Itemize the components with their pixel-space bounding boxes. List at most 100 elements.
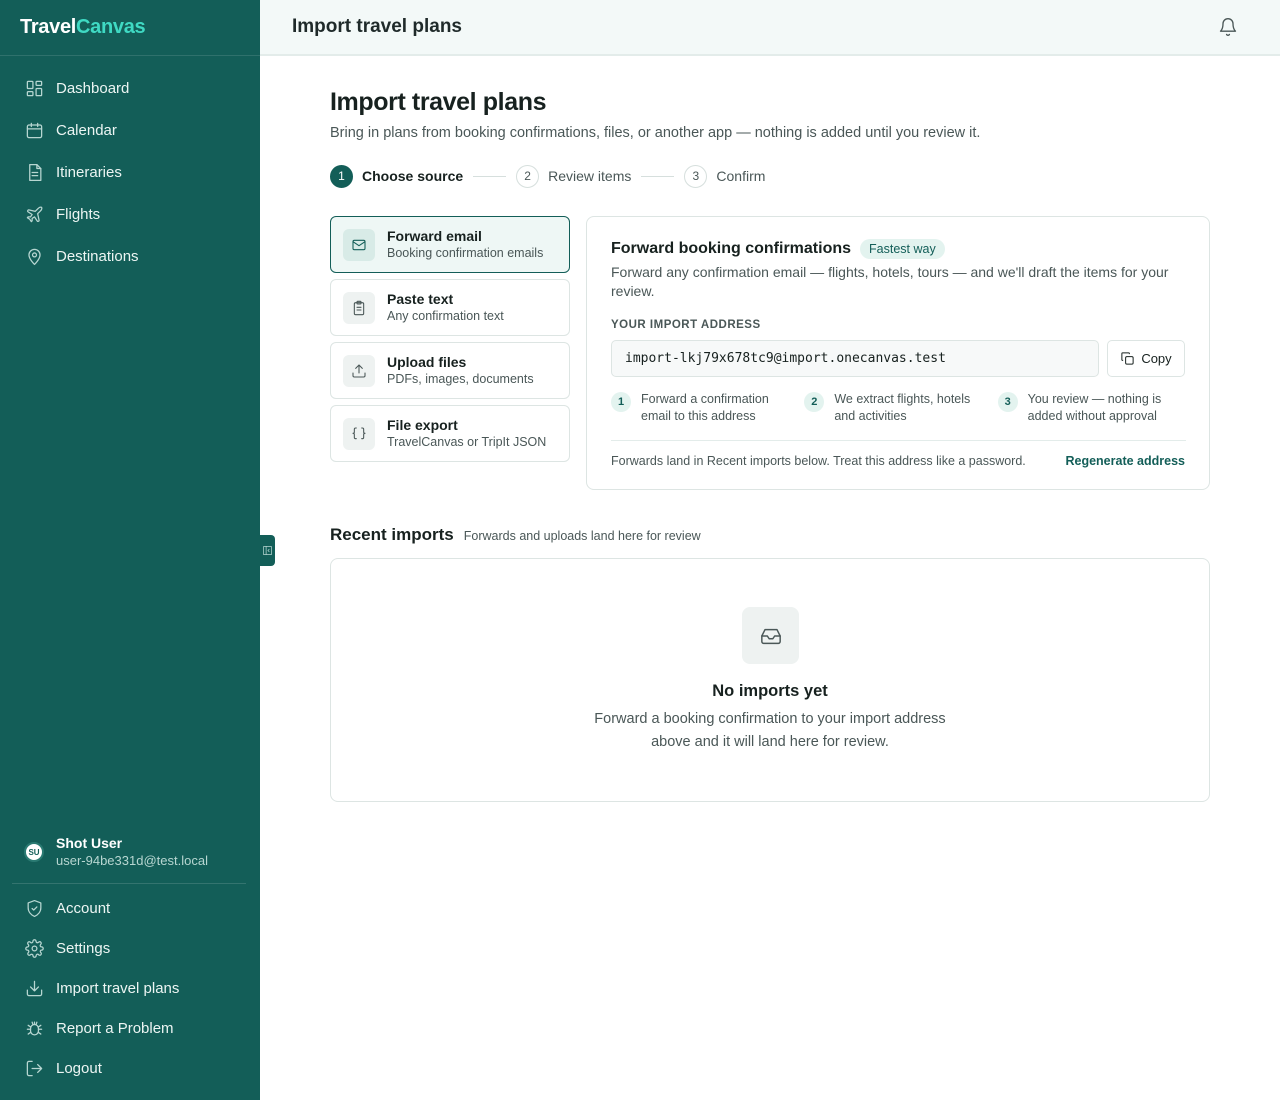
- sidebar-item-label: Report a Problem: [56, 1019, 174, 1037]
- step-label: Review items: [548, 168, 632, 184]
- recent-imports-header: Recent imports Forwards and uploads land…: [330, 525, 701, 545]
- source-text: Paste text Any confirmation text: [387, 290, 504, 325]
- howto-step: 1 Forward a confirmation email to this a…: [611, 391, 804, 425]
- panel-header: Forward booking confirmations Fastest wa…: [611, 239, 945, 259]
- bug-icon: [24, 1018, 44, 1038]
- mail-icon: [343, 228, 375, 261]
- copy-label: Copy: [1141, 351, 1172, 366]
- sidebar-item-report-problem[interactable]: Report a Problem: [0, 1008, 260, 1048]
- source-forward-email[interactable]: Forward email Booking confirmation email…: [330, 216, 570, 273]
- step-connector: [641, 175, 675, 177]
- step-number: 3: [684, 164, 708, 188]
- recent-imports-empty-state: No imports yet Forward a booking confirm…: [330, 558, 1210, 802]
- sidebar-item-dashboard[interactable]: Dashboard: [0, 67, 260, 109]
- step-number: 2: [516, 164, 540, 188]
- howto-number: 2: [804, 392, 825, 412]
- dashboard-icon: [24, 78, 44, 98]
- sidebar-item-itineraries[interactable]: Itineraries: [0, 151, 260, 193]
- recent-imports-title: Recent imports: [330, 525, 454, 544]
- plane-icon: [24, 204, 44, 224]
- source-text: Forward email Booking confirmation email…: [387, 227, 543, 262]
- bottom-nav: Account Settings Import travel plans Rep…: [0, 888, 260, 1088]
- logout-icon: [24, 1058, 44, 1078]
- user-name: Shot User: [56, 835, 123, 851]
- step-number: 1: [330, 164, 353, 188]
- howto-number: 3: [997, 392, 1018, 412]
- step-connector: [473, 175, 507, 177]
- howto-steps: 1 Forward a confirmation email to this a…: [611, 391, 1191, 425]
- source-title: File export: [387, 417, 458, 433]
- panel-divider: [611, 440, 1186, 441]
- sidebar-item-calendar[interactable]: Calendar: [0, 109, 260, 151]
- source-text: Upload files PDFs, images, documents: [387, 353, 534, 388]
- document-icon: [24, 162, 44, 182]
- regenerate-address-link[interactable]: Regenerate address: [1065, 454, 1185, 468]
- sidebar-item-label: Settings: [56, 939, 111, 957]
- braces-icon: [343, 417, 375, 450]
- import-address-field[interactable]: import-lkj79x678tc9@import.onecanvas.tes…: [611, 340, 1099, 377]
- sidebar-item-label: Flights: [56, 205, 101, 223]
- shield-icon: [24, 898, 44, 918]
- step-label: Choose source: [362, 168, 464, 184]
- user-email: user-94be331d@test.local: [56, 853, 208, 868]
- source-subtitle: TravelCanvas or TripIt JSON: [387, 435, 547, 449]
- source-title: Upload files: [387, 354, 467, 370]
- howto-text: We extract flights, hotels and activitie…: [834, 392, 971, 423]
- page-title: Import travel plans: [330, 88, 547, 116]
- source-subtitle: PDFs, images, documents: [387, 372, 534, 386]
- stepper: 1 Choose source 2 Review items 3 Confirm: [330, 164, 765, 188]
- sidebar-item-label: Logout: [56, 1059, 102, 1077]
- source-paste-text[interactable]: Paste text Any confirmation text: [330, 279, 570, 336]
- top-bar: Import travel plans: [260, 0, 1280, 56]
- brand-part-2: Canvas: [76, 16, 146, 38]
- panel-footer-note: Forwards land in Recent imports below. T…: [611, 454, 1026, 468]
- calendar-icon: [24, 120, 44, 140]
- sidebar-item-flights[interactable]: Flights: [0, 193, 260, 235]
- sidebar-item-label: Dashboard: [56, 79, 130, 97]
- sidebar-item-label: Calendar: [56, 121, 117, 139]
- copy-icon: [1121, 352, 1134, 365]
- topbar-title: Import travel plans: [292, 16, 462, 37]
- step-review-items: 2 Review items: [516, 164, 632, 188]
- bell-icon[interactable]: [1218, 17, 1240, 39]
- brand-part-1: Travel: [20, 16, 77, 38]
- source-upload-files[interactable]: Upload files PDFs, images, documents: [330, 342, 570, 399]
- avatar: SU: [24, 842, 44, 862]
- sidebar-item-label: Account: [56, 899, 111, 917]
- source-file-export[interactable]: File export TravelCanvas or TripIt JSON: [330, 405, 570, 462]
- howto-text: Forward a confirmation email to this add…: [641, 392, 769, 423]
- gear-icon: [24, 938, 44, 958]
- source-title: Forward email: [387, 228, 482, 244]
- user-info: Shot User user-94be331d@test.local: [56, 835, 208, 869]
- main-nav: Dashboard Calendar Itineraries Flights D…: [0, 56, 260, 277]
- sidebar-item-logout[interactable]: Logout: [0, 1048, 260, 1088]
- empty-text: Forward a booking confirmation to your i…: [594, 711, 946, 750]
- howto-step: 2 We extract flights, hotels and activit…: [804, 391, 997, 425]
- sidebar-item-destinations[interactable]: Destinations: [0, 235, 260, 277]
- howto-step: 3 You review — nothing is added without …: [997, 391, 1191, 425]
- sidebar-collapse-button[interactable]: [260, 535, 275, 566]
- howto-number: 1: [611, 392, 631, 412]
- forward-email-panel: Forward booking confirmations Fastest wa…: [586, 216, 1210, 490]
- panel-title: Forward booking confirmations: [611, 240, 852, 257]
- sidebar-item-label: Destinations: [56, 247, 139, 265]
- sidebar-item-settings[interactable]: Settings: [0, 928, 260, 968]
- sidebar: Travel Canvas Dashboard Calendar Itinerar…: [0, 0, 260, 1100]
- source-subtitle: Booking confirmation emails: [387, 246, 544, 260]
- sidebar-item-import[interactable]: Import travel plans: [0, 968, 260, 1008]
- collapse-icon: [263, 546, 272, 555]
- copy-button[interactable]: Copy: [1107, 340, 1185, 377]
- sidebar-item-account[interactable]: Account: [0, 888, 260, 928]
- source-title: Paste text: [387, 291, 454, 307]
- sidebar-item-label: Itineraries: [56, 163, 122, 181]
- import-icon: [24, 978, 44, 998]
- user-profile[interactable]: SU Shot User user-94be331d@test.local: [0, 832, 260, 872]
- fastest-way-badge: Fastest way: [860, 239, 945, 259]
- sidebar-item-label: Import travel plans: [56, 979, 180, 997]
- step-choose-source: 1 Choose source: [330, 164, 464, 188]
- map-pin-icon: [24, 246, 44, 266]
- empty-title: No imports yet: [712, 682, 828, 700]
- clipboard-icon: [343, 291, 375, 324]
- brand-logo[interactable]: Travel Canvas: [0, 0, 260, 56]
- upload-icon: [343, 354, 375, 387]
